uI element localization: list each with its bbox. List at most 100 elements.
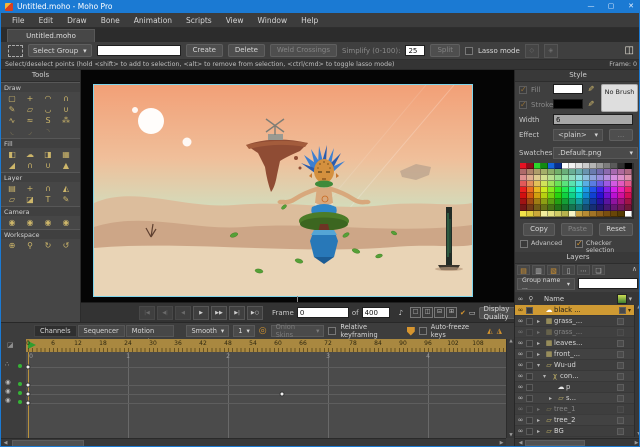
palette-swatch[interactable] — [611, 211, 618, 217]
layer-expand-arrow[interactable]: ▸ — [537, 340, 544, 347]
layer-tool-icon-6[interactable]: T — [39, 194, 57, 205]
reset-style-button[interactable]: Reset — [599, 223, 633, 236]
layer-visibility-icon[interactable]: ∞ — [515, 416, 526, 424]
timeline-options-icon[interactable]: ◪ — [7, 341, 14, 349]
camera-roll-channel-icon[interactable]: ◉ — [5, 396, 11, 404]
palette-swatch[interactable] — [625, 211, 632, 217]
draw-tool-icon-4[interactable]: ✎ — [3, 104, 21, 115]
palette-swatch[interactable] — [583, 211, 590, 217]
layer-row-leaves-[interactable]: ∞▸▦leaves... — [515, 338, 634, 349]
layer-search-input[interactable] — [578, 278, 638, 289]
layer-visibility-icon[interactable]: ∞ — [515, 306, 526, 314]
layers-vertical-scrollbar[interactable]: ▲ ▼ — [634, 305, 640, 437]
timeline-zoom-in-icon[interactable]: ◮ — [497, 327, 502, 335]
selected-layer-channel-icon[interactable]: ∴ — [5, 360, 9, 368]
menu-help[interactable]: Help — [294, 16, 325, 25]
timeline-tab-motion-graph[interactable]: Motion Graph — [126, 325, 175, 337]
layer-expand-arrow[interactable]: ▾ — [543, 373, 550, 380]
jump-to-start-button[interactable]: |◀ — [139, 306, 155, 320]
fill-checkbox[interactable] — [519, 86, 527, 94]
onion-skins-dropdown[interactable]: Onion Skins ▾ — [271, 325, 325, 337]
camera-tool-icon-2[interactable]: ◉ — [39, 217, 57, 228]
scroll-right-icon[interactable]: ▶ — [497, 439, 506, 447]
loop-button[interactable]: ▶○ — [247, 306, 263, 320]
stroke-checkbox[interactable] — [519, 101, 527, 109]
palette-swatch[interactable] — [527, 211, 534, 217]
layer-color-box[interactable] — [617, 362, 624, 369]
layer-tool-icon-4[interactable]: ▱ — [3, 194, 21, 205]
scroll-left-icon[interactable]: ◀ — [516, 439, 525, 447]
scrollbar-thumb[interactable] — [12, 440, 84, 447]
canvas-viewport[interactable] — [81, 70, 514, 302]
select-points-icon[interactable] — [8, 45, 23, 57]
layer-expand-arrow[interactable]: ▸ — [537, 428, 544, 435]
keyframe-dot[interactable] — [26, 392, 31, 397]
palette-swatch[interactable] — [555, 211, 562, 217]
layer-tool-icon-0[interactable]: ▤ — [3, 183, 21, 194]
keyframe-dot[interactable] — [26, 383, 31, 388]
workspace-tool-icon-2[interactable]: ↻ — [39, 240, 57, 251]
close-button[interactable]: ✕ — [621, 0, 640, 13]
jump-to-end-button[interactable]: ▶| — [229, 306, 245, 320]
layer-tool-icon-3[interactable]: ◭ — [57, 183, 75, 194]
split-horizontal-view-icon[interactable]: ⊟ — [434, 307, 445, 318]
layer-checkbox[interactable] — [526, 395, 533, 402]
layer-checkbox[interactable] — [526, 373, 533, 380]
frame-input[interactable] — [297, 307, 349, 318]
relative-keyframing-checkbox[interactable] — [328, 327, 336, 335]
draw-tool-icon-10[interactable]: S — [39, 115, 57, 126]
select-group-dropdown[interactable]: Select Group ▾ — [28, 44, 92, 57]
palette-swatch[interactable] — [569, 211, 576, 217]
layer-color-box[interactable] — [617, 417, 624, 424]
confirm-check-icon[interactable]: ✔ — [460, 309, 466, 317]
menu-bone[interactable]: Bone — [94, 16, 127, 25]
maximize-button[interactable]: ▢ — [601, 0, 621, 13]
draw-tool-icon-9[interactable]: ≈ — [21, 115, 39, 126]
split-vertical-view-icon[interactable]: ◫ — [422, 307, 433, 318]
no-brush-button[interactable]: No Brush — [601, 84, 638, 112]
layer-visibility-icon[interactable]: ∞ — [515, 405, 526, 413]
weld-crossings-button[interactable]: Weld Crossings — [270, 44, 337, 57]
palette-swatch[interactable] — [597, 211, 604, 217]
menu-scripts[interactable]: Scripts — [179, 16, 219, 25]
create-button[interactable]: Create — [186, 44, 223, 57]
layer-visibility-icon[interactable]: ∞ — [515, 427, 526, 435]
layer-color-box[interactable] — [617, 351, 624, 358]
camera-tool-icon-0[interactable]: ◉ — [3, 217, 21, 228]
keyframe-dot[interactable] — [26, 401, 31, 406]
workspace-tool-icon-0[interactable]: ⊕ — [3, 240, 21, 251]
layer-tool-icon-7[interactable]: ✎ — [57, 194, 75, 205]
timeline-tab-channels[interactable]: Channels — [34, 325, 77, 337]
layer-row-con-[interactable]: ∞▾χcon... — [515, 371, 634, 382]
draw-tool-icon-14[interactable]: ◝ — [39, 126, 57, 137]
layer-row-black-[interactable]: ∞☁black ...▾ — [515, 305, 634, 316]
layer-checkbox[interactable] — [526, 362, 533, 369]
camera-zoom-channel-enabled-dot[interactable] — [18, 391, 22, 395]
fill-tool-icon-7[interactable]: ▲ — [57, 160, 75, 171]
fill-eyedropper-icon[interactable]: ✎ — [586, 85, 595, 92]
layer-visibility-icon[interactable]: ∞ — [515, 372, 526, 380]
layer-row-bg[interactable]: ∞▸▱BG — [515, 426, 634, 437]
draw-tool-icon-12[interactable]: ◟ — [3, 126, 21, 137]
lasso-mode-checkbox[interactable] — [465, 47, 473, 55]
layer-row-s-[interactable]: ∞▸▱s... — [515, 393, 634, 404]
layer-color-box[interactable] — [617, 373, 624, 380]
layer-row-tree-1[interactable]: ∞▸▱tree_1 — [515, 404, 634, 415]
auto-freeze-checkbox[interactable] — [419, 327, 427, 335]
keyframe-dot[interactable] — [26, 365, 31, 370]
draw-tool-icon-5[interactable]: ▱ — [21, 104, 39, 115]
layer-tool-icon-1[interactable]: + — [21, 183, 39, 194]
layer-checkbox[interactable] — [526, 428, 533, 435]
layer-color-box[interactable] — [617, 406, 624, 413]
fill-tool-icon-1[interactable]: ☁ — [21, 149, 39, 160]
reference-layer-button[interactable]: ❏ — [592, 265, 605, 275]
delete-button[interactable]: Delete — [228, 44, 265, 57]
layer-row-grass-[interactable]: ∞▸▦grass_... — [515, 316, 634, 327]
timeline-grid[interactable]: 01234 — [26, 352, 506, 438]
audio-icon[interactable]: ♪ — [399, 309, 403, 317]
timeline-tab-sequencer[interactable]: Sequencer — [78, 325, 125, 337]
scroll-right-icon[interactable]: ▶ — [632, 439, 640, 447]
layer-tool-icon-2[interactable]: ∩ — [39, 183, 57, 194]
layer-checkbox[interactable] — [526, 318, 533, 325]
layer-expand-arrow[interactable]: ▾ — [537, 362, 544, 369]
